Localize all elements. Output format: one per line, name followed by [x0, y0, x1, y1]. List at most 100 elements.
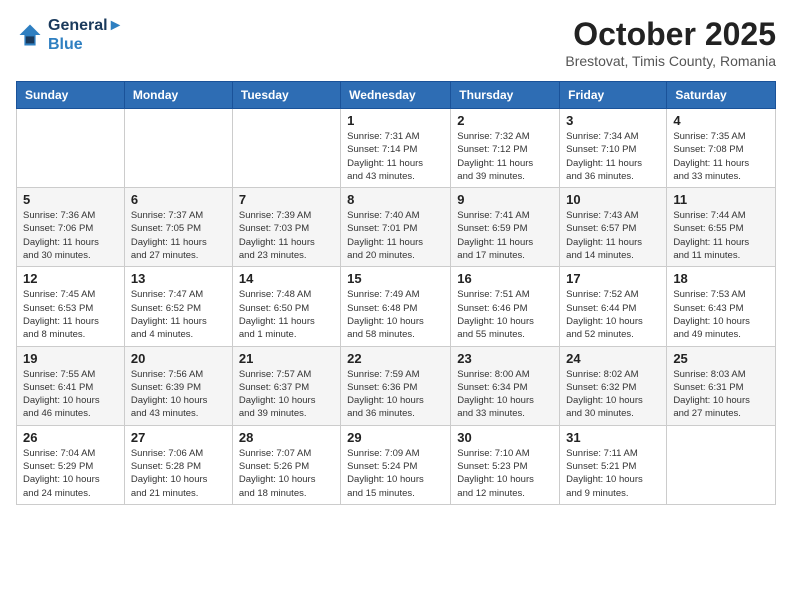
weekday-header-monday: Monday: [124, 82, 232, 109]
calendar-cell: 1Sunrise: 7:31 AM Sunset: 7:14 PM Daylig…: [341, 109, 451, 188]
calendar-cell: 4Sunrise: 7:35 AM Sunset: 7:08 PM Daylig…: [667, 109, 776, 188]
calendar-cell: 29 Sunrise: 7:09 AM Sunset: 5:24 PM Dayli…: [341, 425, 451, 504]
day-number: 6: [131, 192, 226, 207]
day-number: 7: [239, 192, 334, 207]
day-info: Sunrise: 8:00 AM Sunset: 6:34 PM Dayligh…: [457, 368, 553, 421]
calendar-cell: 20 Sunrise: 7:56 AM Sunset: 6:39 PM Dayli…: [124, 346, 232, 425]
day-info: Sunrise: 7:37 AM Sunset: 7:05 PM Dayligh…: [131, 209, 226, 262]
weekday-header-thursday: Thursday: [451, 82, 560, 109]
day-info: Sunrise: 7:11 AM Sunset: 5:21 PM Dayligh…: [566, 447, 660, 500]
day-number: 5: [23, 192, 118, 207]
day-info: Sunrise: 7:39 AM Sunset: 7:03 PM Dayligh…: [239, 209, 334, 262]
weekday-header-row: SundayMondayTuesdayWednesdayThursdayFrid…: [17, 82, 776, 109]
day-info: Sunrise: 7:51 AM Sunset: 6:46 PM Dayligh…: [457, 288, 553, 341]
day-info: Sunrise: 7:40 AM Sunset: 7:01 PM Dayligh…: [347, 209, 444, 262]
day-info: Sunrise: 7:43 AM Sunset: 6:57 PM Dayligh…: [566, 209, 660, 262]
day-number: 25: [673, 351, 769, 366]
weekday-header-friday: Friday: [560, 82, 667, 109]
calendar-cell: 7 Sunrise: 7:39 AM Sunset: 7:03 PM Daylig…: [232, 188, 340, 267]
day-info: Sunrise: 7:49 AM Sunset: 6:48 PM Dayligh…: [347, 288, 444, 341]
calendar-cell: 18Sunrise: 7:53 AM Sunset: 6:43 PM Dayli…: [667, 267, 776, 346]
logo-icon: [16, 21, 44, 49]
day-info: Sunrise: 7:41 AM Sunset: 6:59 PM Dayligh…: [457, 209, 553, 262]
day-info: Sunrise: 7:36 AM Sunset: 7:06 PM Dayligh…: [23, 209, 118, 262]
day-number: 12: [23, 271, 118, 286]
day-number: 10: [566, 192, 660, 207]
day-info: Sunrise: 7:31 AM Sunset: 7:14 PM Dayligh…: [347, 130, 444, 183]
weekday-header-wednesday: Wednesday: [341, 82, 451, 109]
day-number: 29: [347, 430, 444, 445]
day-number: 28: [239, 430, 334, 445]
calendar-cell: 2 Sunrise: 7:32 AM Sunset: 7:12 PM Daylig…: [451, 109, 560, 188]
day-info: Sunrise: 7:52 AM Sunset: 6:44 PM Dayligh…: [566, 288, 660, 341]
day-number: 30: [457, 430, 553, 445]
day-number: 20: [131, 351, 226, 366]
calendar-cell: 30 Sunrise: 7:10 AM Sunset: 5:23 PM Dayli…: [451, 425, 560, 504]
day-number: 17: [566, 271, 660, 286]
day-info: Sunrise: 7:59 AM Sunset: 6:36 PM Dayligh…: [347, 368, 444, 421]
day-number: 26: [23, 430, 118, 445]
calendar-week-row: 12 Sunrise: 7:45 AM Sunset: 6:53 PM Dayli…: [17, 267, 776, 346]
page-header: General► Blue October 2025 Brestovat, Ti…: [16, 16, 776, 69]
day-info: Sunrise: 7:09 AM Sunset: 5:24 PM Dayligh…: [347, 447, 444, 500]
month-title: October 2025: [565, 16, 776, 53]
calendar-cell: 8 Sunrise: 7:40 AM Sunset: 7:01 PM Daylig…: [341, 188, 451, 267]
calendar-cell: [667, 425, 776, 504]
day-info: Sunrise: 7:04 AM Sunset: 5:29 PM Dayligh…: [23, 447, 118, 500]
day-number: 9: [457, 192, 553, 207]
day-number: 31: [566, 430, 660, 445]
day-number: 4: [673, 113, 769, 128]
day-info: Sunrise: 7:53 AM Sunset: 6:43 PM Dayligh…: [673, 288, 769, 341]
calendar-cell: 9 Sunrise: 7:41 AM Sunset: 6:59 PM Daylig…: [451, 188, 560, 267]
calendar-cell: 3 Sunrise: 7:34 AM Sunset: 7:10 PM Daylig…: [560, 109, 667, 188]
day-info: Sunrise: 7:06 AM Sunset: 5:28 PM Dayligh…: [131, 447, 226, 500]
calendar-cell: 16 Sunrise: 7:51 AM Sunset: 6:46 PM Dayli…: [451, 267, 560, 346]
day-info: Sunrise: 8:02 AM Sunset: 6:32 PM Dayligh…: [566, 368, 660, 421]
day-number: 15: [347, 271, 444, 286]
day-number: 19: [23, 351, 118, 366]
logo: General► Blue: [16, 16, 123, 54]
day-number: 27: [131, 430, 226, 445]
day-info: Sunrise: 7:10 AM Sunset: 5:23 PM Dayligh…: [457, 447, 553, 500]
day-number: 21: [239, 351, 334, 366]
day-number: 11: [673, 192, 769, 207]
day-number: 23: [457, 351, 553, 366]
day-number: 3: [566, 113, 660, 128]
calendar-cell: 11 Sunrise: 7:44 AM Sunset: 6:55 PM Dayli…: [667, 188, 776, 267]
day-number: 8: [347, 192, 444, 207]
calendar-cell: 26 Sunrise: 7:04 AM Sunset: 5:29 PM Dayli…: [17, 425, 125, 504]
day-info: Sunrise: 7:07 AM Sunset: 5:26 PM Dayligh…: [239, 447, 334, 500]
day-number: 16: [457, 271, 553, 286]
calendar-cell: 27 Sunrise: 7:06 AM Sunset: 5:28 PM Dayli…: [124, 425, 232, 504]
weekday-header-sunday: Sunday: [17, 82, 125, 109]
calendar-week-row: 5 Sunrise: 7:36 AM Sunset: 7:06 PM Daylig…: [17, 188, 776, 267]
calendar-cell: 17 Sunrise: 7:52 AM Sunset: 6:44 PM Dayli…: [560, 267, 667, 346]
logo-text: General► Blue: [48, 16, 123, 54]
day-number: 2: [457, 113, 553, 128]
day-number: 24: [566, 351, 660, 366]
calendar-cell: 24 Sunrise: 8:02 AM Sunset: 6:32 PM Dayli…: [560, 346, 667, 425]
weekday-header-saturday: Saturday: [667, 82, 776, 109]
calendar-cell: 22Sunrise: 7:59 AM Sunset: 6:36 PM Dayli…: [341, 346, 451, 425]
calendar-cell: 13 Sunrise: 7:47 AM Sunset: 6:52 PM Dayli…: [124, 267, 232, 346]
calendar-cell: 28 Sunrise: 7:07 AM Sunset: 5:26 PM Dayli…: [232, 425, 340, 504]
day-info: Sunrise: 7:56 AM Sunset: 6:39 PM Dayligh…: [131, 368, 226, 421]
calendar-week-row: 26 Sunrise: 7:04 AM Sunset: 5:29 PM Dayli…: [17, 425, 776, 504]
weekday-header-tuesday: Tuesday: [232, 82, 340, 109]
day-info: Sunrise: 7:44 AM Sunset: 6:55 PM Dayligh…: [673, 209, 769, 262]
calendar-cell: [232, 109, 340, 188]
calendar-cell: 14Sunrise: 7:48 AM Sunset: 6:50 PM Dayli…: [232, 267, 340, 346]
calendar-cell: 12 Sunrise: 7:45 AM Sunset: 6:53 PM Dayli…: [17, 267, 125, 346]
day-info: Sunrise: 8:03 AM Sunset: 6:31 PM Dayligh…: [673, 368, 769, 421]
day-info: Sunrise: 7:57 AM Sunset: 6:37 PM Dayligh…: [239, 368, 334, 421]
calendar-week-row: 1Sunrise: 7:31 AM Sunset: 7:14 PM Daylig…: [17, 109, 776, 188]
day-info: Sunrise: 7:32 AM Sunset: 7:12 PM Dayligh…: [457, 130, 553, 183]
day-info: Sunrise: 7:48 AM Sunset: 6:50 PM Dayligh…: [239, 288, 334, 341]
calendar-cell: 10 Sunrise: 7:43 AM Sunset: 6:57 PM Dayli…: [560, 188, 667, 267]
day-info: Sunrise: 7:45 AM Sunset: 6:53 PM Dayligh…: [23, 288, 118, 341]
day-info: Sunrise: 7:55 AM Sunset: 6:41 PM Dayligh…: [23, 368, 118, 421]
day-number: 13: [131, 271, 226, 286]
day-info: Sunrise: 7:47 AM Sunset: 6:52 PM Dayligh…: [131, 288, 226, 341]
day-info: Sunrise: 7:34 AM Sunset: 7:10 PM Dayligh…: [566, 130, 660, 183]
calendar-cell: 31 Sunrise: 7:11 AM Sunset: 5:21 PM Dayli…: [560, 425, 667, 504]
